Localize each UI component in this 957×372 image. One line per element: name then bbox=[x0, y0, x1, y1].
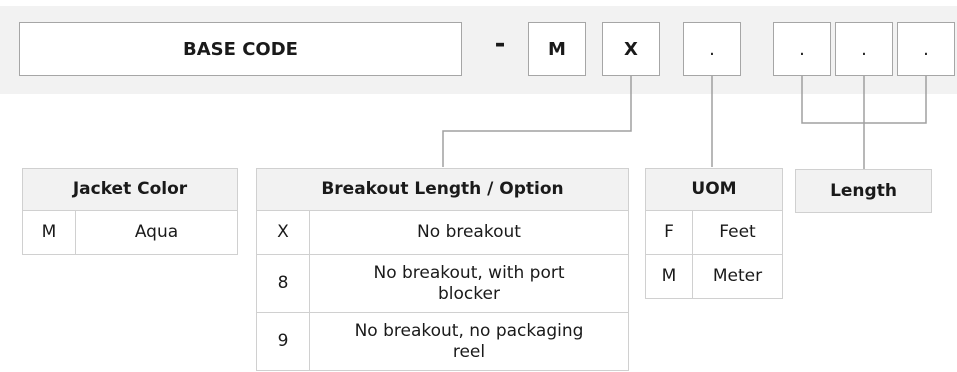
breakout-description: No breakout, no packaging reel bbox=[309, 312, 629, 371]
jacket-color-table: Jacket Color M Aqua bbox=[22, 168, 238, 255]
table-row: M Meter bbox=[645, 254, 783, 299]
table-row: 8 No breakout, with port blocker bbox=[256, 254, 629, 313]
length-table: Length bbox=[795, 169, 932, 213]
jacket-color-code: M bbox=[22, 210, 76, 255]
uom-code: F bbox=[645, 210, 693, 255]
table-row: M Aqua bbox=[22, 210, 238, 255]
breakout-code: X bbox=[256, 210, 310, 255]
uom-code: M bbox=[645, 254, 693, 299]
jacket-color-value: Aqua bbox=[75, 210, 238, 255]
uom-title: UOM bbox=[645, 168, 783, 211]
table-row: 9 No breakout, no packaging reel bbox=[256, 312, 629, 371]
jacket-color-title: Jacket Color bbox=[22, 168, 238, 211]
connector-breakout bbox=[442, 76, 632, 167]
breakout-code: 9 bbox=[256, 312, 310, 371]
uom-table: UOM F Feet M Meter bbox=[645, 168, 783, 299]
uom-value: Feet bbox=[692, 210, 783, 255]
table-row: F Feet bbox=[645, 210, 783, 255]
breakout-table: Breakout Length / Option X No breakout 8… bbox=[256, 168, 629, 371]
breakout-title: Breakout Length / Option bbox=[256, 168, 629, 211]
connector-length-right bbox=[864, 76, 927, 124]
connector-length-left bbox=[801, 76, 864, 124]
uom-value: Meter bbox=[692, 254, 783, 299]
table-row: X No breakout bbox=[256, 210, 629, 255]
breakout-description: No breakout, with port blocker bbox=[309, 254, 629, 313]
length-title: Length bbox=[795, 169, 932, 213]
breakout-description: No breakout bbox=[309, 210, 629, 255]
breakout-code: 8 bbox=[256, 254, 310, 313]
